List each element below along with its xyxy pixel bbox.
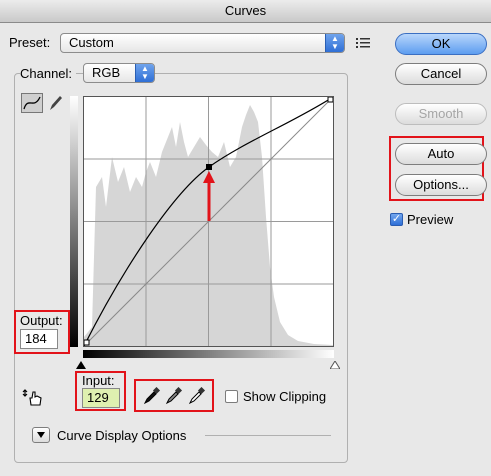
auto-button[interactable]: Auto	[395, 143, 487, 165]
divider	[205, 435, 331, 436]
preset-options-icon[interactable]	[356, 36, 372, 50]
channel-value: RGB	[92, 65, 121, 80]
output-field[interactable]: 184	[20, 329, 58, 349]
curve-icon	[23, 96, 41, 110]
curve-point	[206, 164, 212, 170]
preview-checkbox[interactable]: ✓	[390, 213, 403, 226]
hand-adjust-icon	[22, 389, 42, 406]
pencil-icon	[50, 96, 62, 110]
preset-value: Custom	[69, 35, 114, 50]
white-point-eyedropper[interactable]	[188, 386, 206, 405]
cancel-button[interactable]: Cancel	[395, 63, 487, 85]
pencil-tool[interactable]	[46, 93, 64, 113]
eyedropper-icon	[143, 386, 161, 405]
curves-dialog: Curves Preset: Custom ▲ ▼ OK Cancel Smoot…	[0, 0, 491, 476]
input-gradient-bar	[83, 350, 334, 358]
options-button[interactable]: Options...	[395, 174, 487, 196]
input-label: Input:	[82, 373, 115, 388]
output-label: Output:	[20, 313, 63, 328]
curve-display-options-label: Curve Display Options	[57, 428, 187, 443]
curve-endpoint	[83, 339, 90, 346]
gray-point-eyedropper[interactable]	[165, 386, 183, 405]
preset-select[interactable]: Custom ▲ ▼	[60, 33, 345, 53]
curves-plot	[83, 96, 334, 347]
curves-graph[interactable]	[83, 96, 334, 347]
output-gradient-bar	[70, 96, 78, 347]
input-field[interactable]: 129	[82, 388, 120, 408]
updown-arrows-icon: ▲ ▼	[325, 34, 344, 52]
curve-point-tool[interactable]	[21, 93, 43, 113]
curve-display-disclosure-button[interactable]	[32, 427, 50, 443]
triangle-down-icon	[37, 432, 45, 438]
smooth-button[interactable]: Smooth	[395, 103, 487, 125]
channel-label: Channel:	[20, 66, 77, 81]
on-image-adjustment-tool[interactable]	[22, 388, 44, 408]
black-point-slider[interactable]	[76, 361, 86, 369]
channel-select[interactable]: RGB ▲ ▼	[83, 63, 155, 83]
show-clipping-checkbox[interactable]	[225, 390, 238, 403]
show-clipping-label: Show Clipping	[243, 389, 327, 404]
preset-label: Preset:	[9, 35, 51, 50]
eyedropper-icon	[188, 386, 206, 405]
window-title: Curves	[0, 0, 491, 23]
preview-label: Preview	[407, 212, 454, 227]
black-point-eyedropper[interactable]	[143, 386, 161, 405]
eyedropper-icon	[165, 386, 183, 405]
white-point-slider[interactable]	[330, 361, 340, 369]
updown-arrows-icon: ▲ ▼	[135, 64, 154, 82]
curve-endpoint	[327, 96, 334, 103]
ok-button[interactable]: OK	[395, 33, 487, 55]
